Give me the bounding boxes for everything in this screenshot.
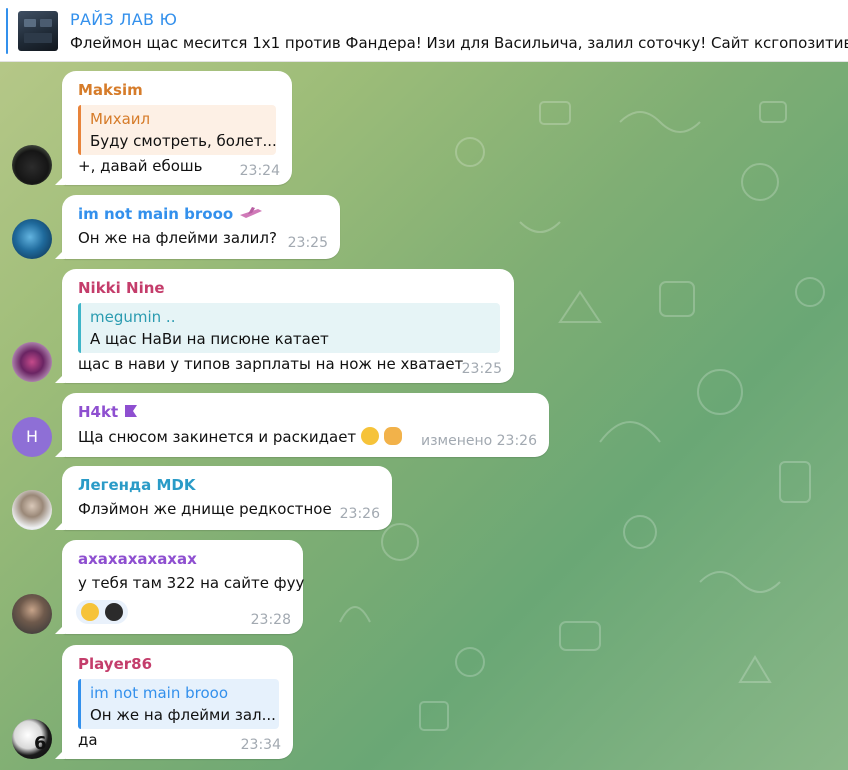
message-bubble[interactable]: im not main brooo Он же на флейми залил?… bbox=[55, 195, 340, 259]
avatar[interactable] bbox=[12, 145, 52, 185]
message-text: да bbox=[78, 731, 98, 749]
message-author[interactable]: Nikki Nine bbox=[78, 279, 165, 297]
thumbs-up-emoji-icon bbox=[81, 603, 99, 621]
plane-emoji-icon bbox=[240, 207, 263, 218]
message-time: 23:25 bbox=[287, 235, 328, 251]
message-author-group[interactable]: H4kt bbox=[78, 403, 139, 421]
message-text: +, давай ебошь bbox=[78, 157, 203, 175]
reply-quote[interactable]: Михаил Буду смотреть, болет... bbox=[78, 105, 277, 155]
message-author[interactable]: Maksim bbox=[78, 81, 143, 99]
avatar[interactable] bbox=[12, 594, 52, 634]
message-bubble[interactable]: Maksim Михаил Буду смотреть, болет... +,… bbox=[55, 71, 292, 185]
message-text: щас в нави у типов зарплаты на нож не хв… bbox=[78, 355, 464, 373]
message-bubble[interactable]: Легенда MDK Флэймон же днище редкостное … bbox=[55, 466, 392, 530]
message-author[interactable]: im not main brooo bbox=[78, 205, 233, 223]
message-time: 23:25 bbox=[461, 361, 502, 377]
message-time: 23:24 bbox=[239, 163, 280, 179]
avatar[interactable] bbox=[12, 490, 52, 530]
avatar[interactable] bbox=[12, 219, 52, 259]
message-text: Флэймон же днище редкостное bbox=[78, 500, 332, 518]
reaction-bar[interactable] bbox=[76, 600, 128, 624]
message-text: у тебя там 322 на сайте фуу bbox=[78, 574, 305, 592]
message-time: 23:34 bbox=[240, 737, 281, 753]
message-author[interactable]: Player86 bbox=[78, 655, 152, 673]
reply-text: А щас НаВи на писюне катает bbox=[90, 330, 329, 348]
avatar[interactable]: H bbox=[12, 417, 52, 457]
message-text: Он же на флейми залил? bbox=[78, 229, 277, 247]
pinned-indicator bbox=[6, 8, 8, 54]
message-bubble[interactable]: H4kt Ща снюсом закинется и раскидает изм… bbox=[55, 393, 549, 457]
message-author-group[interactable]: im not main brooo bbox=[78, 205, 264, 223]
reply-author: megumin .. bbox=[90, 308, 176, 326]
message-time: 23:26 bbox=[339, 506, 380, 522]
laughing-emoji-icon bbox=[360, 427, 379, 445]
message-text: Ща снюсом закинется и раскидает bbox=[78, 428, 357, 446]
message-bubble[interactable]: Nikki Nine megumin .. А щас НаВи на писю… bbox=[55, 269, 514, 383]
reply-text: Он же на флейми зал... bbox=[90, 706, 276, 724]
reply-quote[interactable]: im not main brooo Он же на флейми зал... bbox=[78, 679, 279, 729]
avatar[interactable]: 6 bbox=[12, 719, 52, 759]
message-bubble[interactable]: ахахахахахах у тебя там 322 на сайте фуу… bbox=[55, 540, 305, 634]
pinned-thumbnail bbox=[18, 11, 58, 51]
message-time: 23:28 bbox=[250, 612, 291, 628]
message-bubble[interactable]: Player86 im not main brooo Он же на флей… bbox=[55, 645, 293, 759]
reply-quote[interactable]: megumin .. А щас НаВи на писюне катает bbox=[78, 303, 500, 353]
message-author[interactable]: H4kt bbox=[78, 403, 118, 421]
message-author[interactable]: ахахахахахах bbox=[78, 550, 197, 568]
message-author[interactable]: Легенда MDK bbox=[78, 476, 195, 494]
message-text-group: Ща снюсом закинется и раскидает bbox=[78, 427, 402, 446]
flag-badge-icon bbox=[125, 405, 138, 417]
reply-author: Михаил bbox=[90, 110, 151, 128]
avatar[interactable] bbox=[12, 342, 52, 382]
pinned-text: Флеймон щас месится 1х1 против Фандера! … bbox=[70, 34, 848, 52]
message-time: изменено 23:26 bbox=[421, 433, 537, 449]
reply-text: Буду смотреть, болет... bbox=[90, 132, 277, 150]
handshake-emoji-icon bbox=[383, 427, 402, 445]
reactor-avatar-icon bbox=[105, 603, 123, 621]
reply-author: im not main brooo bbox=[90, 684, 229, 702]
pinned-title: РАЙЗ ЛАВ Ю bbox=[70, 10, 178, 29]
pinned-message-bar[interactable]: РАЙЗ ЛАВ Ю Флеймон щас месится 1х1 проти… bbox=[0, 0, 848, 62]
